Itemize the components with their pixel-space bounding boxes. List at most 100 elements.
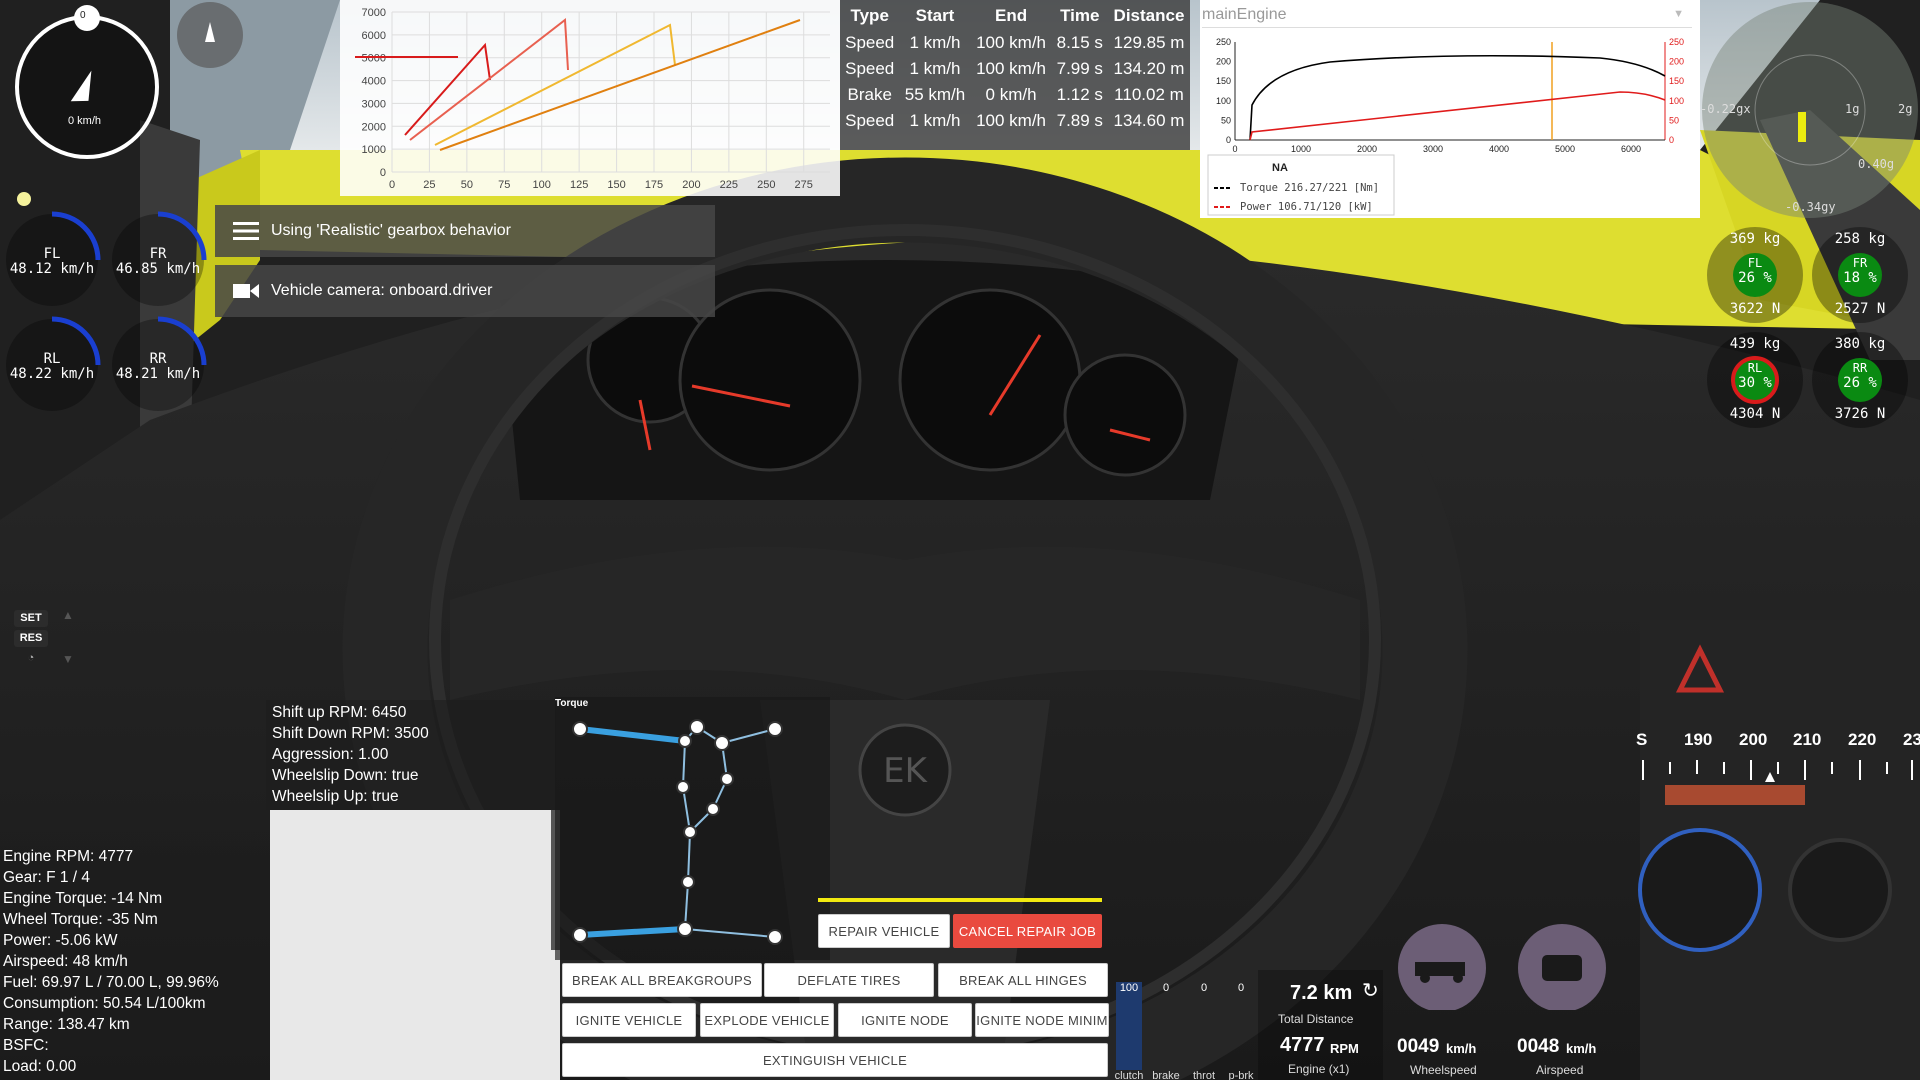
rpm-tick: 0 [1232, 144, 1237, 154]
tire-pct: 30 % [1738, 375, 1772, 391]
ignite-node-button[interactable]: IGNITE NODE [838, 1003, 972, 1037]
wheel-speed-value: 48.22 km/h [9, 366, 95, 382]
tire-mass: 439 kg [1729, 336, 1781, 352]
explode-vehicle-button[interactable]: EXPLODE VEHICLE [700, 1003, 834, 1037]
notification-text: Vehicle camera: onboard.driver [271, 282, 493, 299]
stat-line: Engine Torque: -14 Nm [3, 890, 163, 907]
tire-pct: 26 % [1843, 375, 1877, 391]
cruise-set-button[interactable]: SET [14, 610, 48, 627]
stat-line: Load: 0.00 [3, 1058, 77, 1075]
legend-torque: Torque 216.27/221 [Nm] [1240, 182, 1380, 194]
rpm-tick: 1000 [1291, 144, 1311, 154]
notification-gearbox: Using 'Realistic' gearbox behavior [215, 205, 715, 257]
compass-mini [175, 0, 245, 70]
break-hinges-button[interactable]: BREAK ALL HINGES [938, 963, 1108, 997]
chevron-down-icon[interactable]: ▼ [62, 652, 74, 666]
deflate-tires-button[interactable]: DEFLATE TIRES [764, 963, 934, 997]
reset-icon[interactable]: ↻ [1362, 978, 1379, 1003]
extinguish-vehicle-button[interactable]: EXTINGUISH VEHICLE [562, 1043, 1108, 1077]
gear-marker: 0 [80, 10, 86, 21]
airspeed-unit: km/h [1566, 1041, 1597, 1056]
input-name: brake [1152, 1070, 1180, 1080]
notification-camera: Vehicle camera: onboard.driver [215, 265, 715, 317]
cell: 129.85 m [1113, 33, 1185, 52]
stat-line: Gear: F 1 / 4 [3, 869, 91, 886]
table-header-row: Type Start End Time Distance [840, 4, 1190, 30]
y-tick-label: 5000 [362, 53, 386, 65]
wheel-pos: FR [149, 246, 167, 262]
x-tick-label: 250 [757, 179, 775, 191]
cancel-repair-button[interactable]: CANCEL REPAIR JOB [953, 914, 1102, 948]
cell: 1 km/h [909, 33, 961, 52]
tire-pos: RR [1852, 361, 1868, 375]
tire-pos: FR [1852, 256, 1868, 270]
wheel-speed-value: 46.85 km/h [115, 261, 201, 277]
engine-torque-power-graph: mainEngine ▼ 250 200 150 100 50 0 250 200 150 100… [1200, 0, 1700, 218]
wheel-speed-fr: FR 46.85 km/h [108, 210, 208, 310]
input-value: 100 [1119, 982, 1139, 994]
power-tick: 200 [1669, 57, 1684, 67]
wheelspeed-unit: km/h [1446, 1041, 1477, 1056]
power-tick: 100 [1669, 96, 1684, 106]
table-row: Brake 55 km/h 0 km/h 1.12 s 110.02 m [840, 82, 1190, 108]
camera-icon [233, 284, 259, 298]
shift-up-rpm: Shift up RPM: 6450 [272, 704, 407, 721]
shift-curve [404, 42, 491, 136]
total-distance-label: Total Distance [1278, 1012, 1354, 1026]
powertrain-node-graph: Torque [555, 697, 830, 960]
shift-info-panel: Shift up RPM: 6450 Shift Down RPM: 3500 … [266, 700, 556, 810]
x-tick-label: 75 [498, 179, 510, 191]
x-tick-label: 200 [682, 179, 700, 191]
engine-select[interactable]: mainEngine ▼ [1202, 6, 1692, 28]
rpm-tick: 2000 [1357, 144, 1377, 154]
tire-pct: 26 % [1738, 270, 1772, 286]
col-distance: Distance [1113, 6, 1185, 25]
col-end: End [995, 6, 1028, 25]
torque-tick: 50 [1221, 115, 1231, 125]
y-tick-label: 2000 [362, 121, 386, 133]
wheel-pos: RL [43, 351, 61, 367]
aggression: Aggression: 1.00 [272, 746, 389, 763]
tire-mass: 369 kg [1729, 231, 1781, 247]
rpm-tick: 5000 [1555, 144, 1575, 154]
stat-line: Consumption: 50.54 L/100km [3, 995, 206, 1012]
notification-text: Using 'Realistic' gearbox behavior [271, 222, 512, 239]
torque-tick: 0 [1226, 135, 1231, 145]
torque-curve [1249, 54, 1666, 141]
col-time: Time [1060, 6, 1100, 25]
torque-tick: 250 [1216, 37, 1231, 47]
status-dot [17, 192, 31, 206]
rpm-tick: 6000 [1621, 144, 1641, 154]
torque-tick: 200 [1216, 57, 1231, 67]
blank-panel [270, 810, 560, 1080]
cell: 55 km/h [904, 85, 966, 104]
power-tick: 250 [1669, 37, 1684, 47]
tire-pct: 18 % [1843, 270, 1877, 286]
chevron-up-icon[interactable]: ▲ [62, 608, 74, 622]
cruise-res-button[interactable]: RES [14, 630, 48, 647]
input-parkbrake: 0 p-brk [1224, 978, 1258, 1080]
total-distance-value: 7.2 km [1290, 982, 1353, 1004]
tire-load-fr: 258 kg FR 18 % 2527 N [1810, 225, 1910, 325]
y-tick-label: 7000 [362, 7, 386, 19]
repair-vehicle-button[interactable]: REPAIR VEHICLE [818, 914, 950, 948]
ignite-vehicle-button[interactable]: IGNITE VEHICLE [562, 1003, 696, 1037]
cell: 100 km/h [976, 33, 1047, 52]
input-name: clutch [1114, 1070, 1144, 1080]
wheelspeed-label: Wheelspeed [1410, 1063, 1477, 1077]
legend-power: Power 106.71/120 [kW] [1240, 201, 1373, 213]
node-graph-title: Torque [555, 698, 589, 709]
wheel-speed-value: 48.21 km/h [115, 366, 201, 382]
break-breakgroups-button[interactable]: BREAK ALL BREAKGROUPS [562, 963, 762, 997]
x-tick-label: 25 [423, 179, 435, 191]
airspeed-gauge: 0048 km/h Airspeed [1500, 920, 1620, 1077]
cruise-gauge-icon[interactable]: ◔ [14, 650, 48, 667]
rpm-tick: 3000 [1423, 144, 1443, 154]
wheelspeed-value: 0049 [1397, 1036, 1440, 1057]
gforce-y: -0.34gy [1785, 200, 1836, 214]
menu-icon [233, 222, 259, 240]
col-type: Type [850, 6, 889, 25]
stat-line: Engine RPM: 4777 [3, 848, 134, 865]
ignite-node-minimal-button[interactable]: IGNITE NODE MINIM [975, 1003, 1109, 1037]
cell: Speed [845, 59, 895, 78]
